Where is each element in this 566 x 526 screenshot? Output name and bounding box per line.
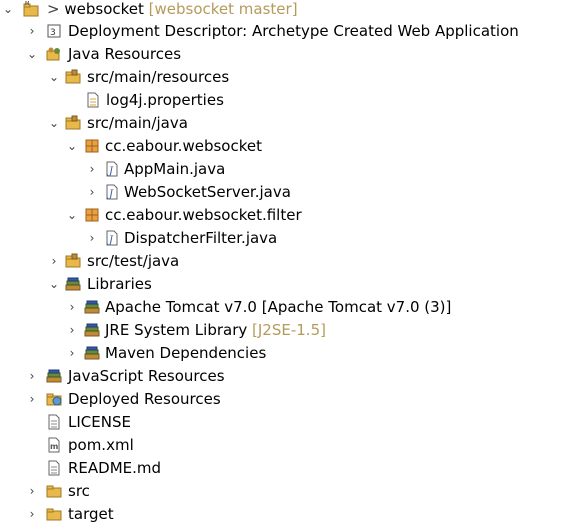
deployed-resources-icon	[46, 391, 62, 407]
tree-item-label: log4j.properties	[106, 91, 224, 109]
tree-item-label: src/main/resources	[87, 68, 230, 86]
svg-text:3: 3	[50, 28, 56, 38]
tree-item-package-filter[interactable]: ⌄ cc.eabour.websocket.filter	[0, 204, 566, 227]
java-file-icon: J	[104, 230, 120, 246]
tree-item-label: src/main/java	[87, 114, 188, 132]
svg-text:J: J	[107, 189, 114, 200]
chevron-right-icon[interactable]: ›	[66, 342, 78, 365]
chevron-right-icon[interactable]: ›	[86, 181, 98, 204]
tree-item-label: src/test/java	[87, 252, 180, 270]
tree-item-log4j-properties[interactable]: log4j.properties	[0, 89, 566, 112]
chevron-right-icon[interactable]: ›	[48, 250, 60, 273]
chevron-down-icon[interactable]: ⌄	[48, 112, 60, 135]
tree-item-src-main-java[interactable]: ⌄ src/main/java	[0, 112, 566, 135]
chevron-right-icon[interactable]: ›	[86, 227, 98, 250]
project-explorer-tree: ⌄ M > websocket [websocket master] › 3 D…	[0, 0, 566, 523]
svg-text:m: m	[50, 442, 58, 451]
chevron-down-icon[interactable]: ⌄	[48, 273, 60, 296]
chevron-right-icon[interactable]: ›	[26, 388, 38, 411]
chevron-right-icon[interactable]: ›	[26, 365, 38, 388]
library-icon	[65, 276, 81, 292]
tree-item-deployment-descriptor[interactable]: › 3 Deployment Descriptor: Archetype Cre…	[0, 20, 566, 43]
java-file-icon: J	[104, 161, 120, 177]
tree-item-maven-dependencies[interactable]: › Maven Dependencies	[0, 342, 566, 365]
tree-item-label: Maven Dependencies	[105, 344, 267, 362]
tree-item-label: Libraries	[87, 275, 152, 293]
library-icon	[84, 345, 100, 361]
chevron-down-icon[interactable]: ⌄	[48, 66, 60, 89]
tree-item-libraries[interactable]: ⌄ Libraries	[0, 273, 566, 296]
chevron-down-icon[interactable]: ⌄	[66, 135, 78, 158]
chevron-down-icon[interactable]: ⌄	[2, 0, 14, 21]
tree-item-src[interactable]: › src	[0, 480, 566, 503]
tree-item-readme[interactable]: README.md	[0, 457, 566, 480]
tree-item-label: cc.eabour.websocket	[105, 137, 262, 155]
tree-item-label: WebSocketServer.java	[124, 183, 291, 201]
svg-text:J: J	[107, 235, 114, 246]
tree-item-src-main-resources[interactable]: ⌄ src/main/resources	[0, 66, 566, 89]
tree-item-apache-tomcat[interactable]: › Apache Tomcat v7.0 [Apache Tomcat v7.0…	[0, 296, 566, 319]
chevron-right-icon[interactable]: ›	[26, 20, 38, 43]
chevron-right-icon[interactable]: ›	[86, 158, 98, 181]
tree-item-websocket-project[interactable]: ⌄ M > websocket [websocket master]	[0, 0, 566, 21]
tree-item-src-test-java[interactable]: › src/test/java	[0, 250, 566, 273]
tree-item-label: AppMain.java	[124, 160, 226, 178]
package-icon	[84, 207, 100, 223]
jre-version-decoration: [J2SE-1.5]	[252, 321, 326, 339]
tree-item-dispatcherfilter-java[interactable]: › J DispatcherFilter.java	[0, 227, 566, 250]
tree-item-label: JRE System Library	[105, 321, 248, 339]
tree-item-label: cc.eabour.websocket.filter	[105, 206, 302, 224]
tree-item-label: pom.xml	[68, 436, 134, 454]
source-folder-icon	[65, 115, 81, 131]
svg-text:M: M	[25, 1, 29, 7]
tree-item-jre-system-library[interactable]: › JRE System Library [J2SE-1.5]	[0, 319, 566, 342]
svg-text:J: J	[107, 166, 114, 177]
tree-item-license[interactable]: LICENSE	[0, 411, 566, 434]
tree-item-label: README.md	[68, 459, 162, 477]
tree-item-package-websocket[interactable]: ⌄ cc.eabour.websocket	[0, 135, 566, 158]
library-icon	[84, 299, 100, 315]
library-icon	[84, 322, 100, 338]
tree-item-websocketserver-java[interactable]: › J WebSocketServer.java	[0, 181, 566, 204]
tree-item-label: JavaScript Resources	[68, 367, 225, 385]
tree-item-label: Deployment Descriptor: Archetype Created…	[68, 22, 519, 40]
xml-file-icon: m	[46, 437, 62, 453]
project-name: websocket	[64, 0, 144, 18]
chevron-down-icon[interactable]: ⌄	[66, 204, 78, 227]
tree-item-deployed-resources[interactable]: › Deployed Resources	[0, 388, 566, 411]
chevron-right-icon[interactable]: ›	[66, 296, 78, 319]
tree-item-java-resources[interactable]: ⌄ Java Resources	[0, 43, 566, 66]
git-branch-decoration: [websocket master]	[148, 0, 298, 18]
git-dirty-prefix: >	[47, 0, 60, 18]
javascript-resources-icon	[46, 368, 62, 384]
tree-item-label: DispatcherFilter.java	[124, 229, 278, 247]
package-icon	[84, 138, 100, 154]
tree-item-label: Apache Tomcat v7.0 [Apache Tomcat v7.0 (…	[105, 298, 452, 316]
tree-item-appmain-java[interactable]: › J AppMain.java	[0, 158, 566, 181]
chevron-right-icon[interactable]: ›	[26, 480, 38, 503]
folder-icon	[46, 483, 62, 499]
tree-item-label: Java Resources	[68, 45, 182, 63]
tree-item-label: LICENSE	[68, 413, 131, 431]
deployment-descriptor-icon: 3	[46, 23, 62, 39]
tree-item-label: Deployed Resources	[68, 390, 221, 408]
chevron-right-icon[interactable]: ›	[66, 319, 78, 342]
maven-project-icon: M	[23, 1, 39, 17]
java-file-icon: J	[104, 184, 120, 200]
folder-icon	[46, 506, 62, 522]
tree-item-pom-xml[interactable]: m pom.xml	[0, 434, 566, 457]
tree-item-label: src	[68, 482, 90, 500]
text-file-icon	[46, 460, 62, 476]
properties-file-icon	[85, 92, 101, 108]
text-file-icon	[46, 414, 62, 430]
source-folder-icon	[65, 253, 81, 269]
source-folder-icon	[65, 69, 81, 85]
java-resources-icon	[46, 46, 62, 62]
chevron-down-icon[interactable]: ⌄	[26, 43, 38, 66]
tree-item-javascript-resources[interactable]: › JavaScript Resources	[0, 365, 566, 388]
